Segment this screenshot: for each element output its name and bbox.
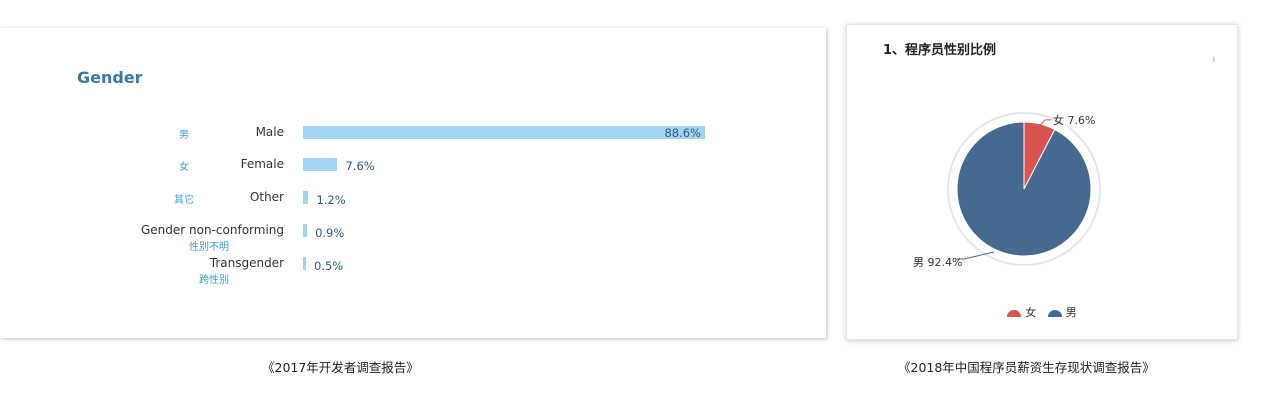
bar-category-label: Transgender bbox=[209, 256, 284, 270]
bar[interactable] bbox=[303, 257, 306, 270]
bar-category-label: Gender non-conforming bbox=[141, 223, 284, 237]
bar-value-label: 0.5% bbox=[314, 259, 344, 273]
legend-swatch-male bbox=[1047, 309, 1062, 317]
pie-chart bbox=[947, 112, 1101, 266]
pie-legend: 女 男 bbox=[847, 304, 1237, 320]
legend-swatch-female bbox=[1007, 309, 1022, 317]
pie-label-male: 男 92.4% bbox=[913, 256, 963, 269]
legend-item-female[interactable]: 女 bbox=[1007, 304, 1036, 320]
bar-row: Male 男 88.6% bbox=[0, 125, 826, 156]
bar-row: Other 其它 1.2% bbox=[0, 190, 826, 221]
pie-slice-male[interactable] bbox=[956, 121, 1092, 257]
bar-value-label: 88.6% bbox=[664, 126, 701, 140]
bar-category-cn-label: 女 bbox=[179, 162, 189, 173]
bar-row: Transgender 跨性别 0.5% bbox=[0, 256, 826, 287]
legend-label-female: 女 bbox=[1025, 306, 1037, 319]
bar-category-label: Male bbox=[255, 125, 284, 139]
bar-category-cn-label: 性别不明 bbox=[189, 242, 229, 253]
bar-value-label: 7.6% bbox=[345, 159, 375, 173]
bar[interactable] bbox=[303, 191, 309, 204]
bar-category-cn-label: 其它 bbox=[174, 195, 194, 206]
left-caption: 《2017年开发者调查报告》 bbox=[262, 360, 419, 375]
bar-category-label: Female bbox=[240, 157, 284, 171]
right-caption: 《2018年中国程序员薪资生存现状调查报告》 bbox=[898, 360, 1155, 375]
gender-bar-chart-card: Gender Male 男 88.6% Female 女 7.6% Other 其它 1.2% G… bbox=[0, 28, 826, 338]
bar-row: Female 女 7.6% bbox=[0, 157, 826, 188]
pie-label-female: 女 7.6% bbox=[1053, 114, 1096, 127]
bar-category-cn-label: 跨性别 bbox=[199, 275, 229, 286]
bar-chart-title: Gender bbox=[77, 68, 143, 87]
bar-category-cn-label: 男 bbox=[179, 130, 189, 141]
legend-label-male: 男 bbox=[1065, 306, 1077, 319]
gender-pie-chart-card: 1、程序员性别比例 i 女 7.6% 男 92.4% 女 男 bbox=[846, 24, 1238, 340]
bar-value-label: 0.9% bbox=[315, 226, 345, 240]
bar[interactable] bbox=[303, 126, 705, 139]
legend-item-male[interactable]: 男 bbox=[1047, 304, 1077, 320]
bar-category-label: Other bbox=[249, 190, 284, 204]
bar-value-label: 1.2% bbox=[316, 193, 346, 207]
bar-row: Gender non-conforming 性别不明 0.9% bbox=[0, 223, 826, 254]
bar[interactable] bbox=[303, 158, 338, 171]
bar[interactable] bbox=[303, 224, 308, 237]
